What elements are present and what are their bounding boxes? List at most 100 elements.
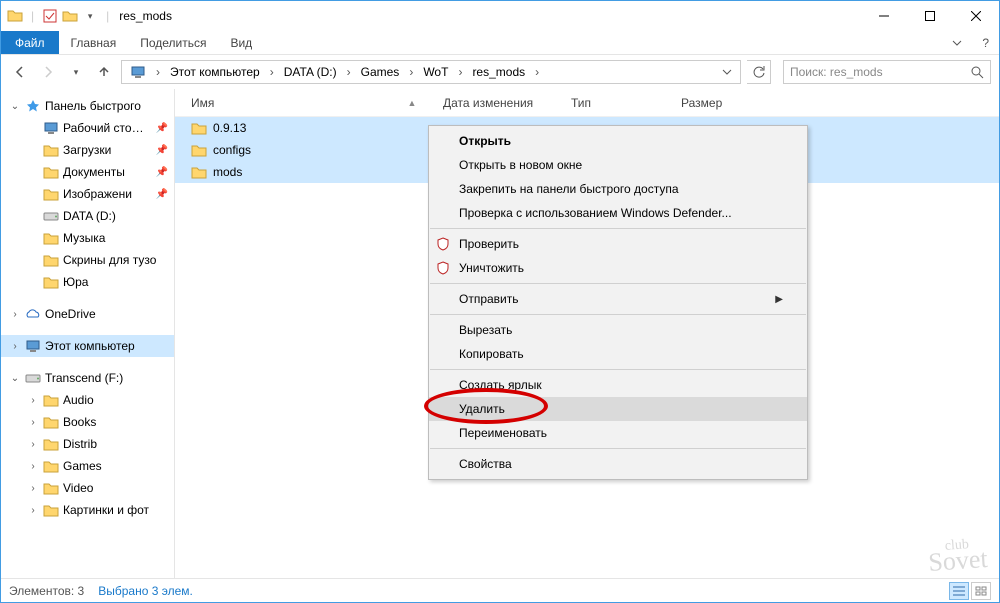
tree-item[interactable]: › Audio xyxy=(1,389,174,411)
chevron-right-icon[interactable]: › xyxy=(405,65,417,79)
column-size[interactable]: Размер xyxy=(681,96,761,110)
ribbon-expand-icon[interactable] xyxy=(942,31,972,54)
qat-dropdown-icon[interactable]: ▾ xyxy=(82,8,98,24)
tree-label: Скрины для тузо xyxy=(63,253,156,267)
tree-item[interactable]: DATA (D:) xyxy=(1,205,174,227)
tree-item[interactable]: Музыка xyxy=(1,227,174,249)
tree-item[interactable]: › Video xyxy=(1,477,174,499)
ctx-defender-scan[interactable]: Проверка с использованием Windows Defend… xyxy=(429,201,807,225)
column-type[interactable]: Тип xyxy=(571,96,681,110)
tree-this-pc[interactable]: › Этот компьютер xyxy=(1,335,174,357)
crumb[interactable]: Games xyxy=(357,61,404,83)
tree-item[interactable]: Загрузки📌 xyxy=(1,139,174,161)
close-button[interactable] xyxy=(953,1,999,31)
ribbon-tab-view[interactable]: Вид xyxy=(218,31,264,54)
ctx-properties[interactable]: Свойства xyxy=(429,452,807,476)
tree-item[interactable]: Рабочий сто…📌 xyxy=(1,117,174,139)
ctx-av-shred[interactable]: Уничтожить xyxy=(429,256,807,280)
ctx-cut[interactable]: Вырезать xyxy=(429,318,807,342)
view-large-icons-button[interactable] xyxy=(971,582,991,600)
pin-icon: 📌 xyxy=(156,123,168,134)
star-icon xyxy=(25,98,41,114)
ribbon-tab-home[interactable]: Главная xyxy=(59,31,129,54)
address-dropdown-icon[interactable] xyxy=(718,67,736,77)
expand-icon[interactable]: › xyxy=(27,461,39,472)
qat-properties-icon[interactable] xyxy=(42,8,58,24)
ctx-send-to[interactable]: Отправить ▶ xyxy=(429,287,807,311)
ctx-open-new-window[interactable]: Открыть в новом окне xyxy=(429,153,807,177)
tree-item[interactable]: ›Books xyxy=(1,411,174,433)
expand-icon[interactable]: › xyxy=(9,309,21,320)
chevron-right-icon[interactable]: › xyxy=(152,65,164,79)
crumb[interactable]: Этот компьютер xyxy=(166,61,264,83)
shield-icon xyxy=(435,260,451,276)
minimize-button[interactable] xyxy=(861,1,907,31)
tree-label: Video xyxy=(63,481,93,495)
chevron-right-icon[interactable]: › xyxy=(531,65,543,79)
shield-icon xyxy=(435,236,451,252)
search-icon xyxy=(971,66,984,79)
tree-label: Audio xyxy=(63,393,94,407)
tree-item[interactable]: Скрины для тузо xyxy=(1,249,174,271)
ctx-rename[interactable]: Переименовать xyxy=(429,421,807,445)
search-input[interactable]: Поиск: res_mods xyxy=(783,60,991,84)
collapse-icon[interactable]: ⌄ xyxy=(9,373,21,384)
tree-transcend[interactable]: ⌄ Transcend (F:) xyxy=(1,367,174,389)
expand-icon[interactable]: › xyxy=(27,505,39,516)
context-menu: Открыть Открыть в новом окне Закрепить н… xyxy=(428,125,808,480)
tree-item[interactable]: ›Games xyxy=(1,455,174,477)
collapse-icon[interactable]: ⌄ xyxy=(9,101,21,112)
ribbon-tab-share[interactable]: Поделиться xyxy=(128,31,218,54)
chevron-right-icon[interactable]: › xyxy=(343,65,355,79)
ctx-create-shortcut[interactable]: Создать ярлык xyxy=(429,373,807,397)
file-tab[interactable]: Файл xyxy=(1,31,59,54)
tree-item[interactable]: ›Картинки и фот xyxy=(1,499,174,521)
expand-icon[interactable]: › xyxy=(27,483,39,494)
separator xyxy=(430,228,806,229)
onedrive-icon xyxy=(25,306,41,322)
ctx-copy[interactable]: Копировать xyxy=(429,342,807,366)
crumb[interactable]: res_mods xyxy=(468,61,529,83)
chevron-right-icon[interactable]: › xyxy=(454,65,466,79)
crumb-pc-icon[interactable] xyxy=(126,61,150,83)
tree-item[interactable]: Юра xyxy=(1,271,174,293)
expand-icon[interactable]: › xyxy=(27,417,39,428)
pin-icon: 📌 xyxy=(156,167,168,178)
tree-item[interactable]: Документы📌 xyxy=(1,161,174,183)
expand-icon[interactable]: › xyxy=(27,395,39,406)
tree-quick-access[interactable]: ⌄ Панель быстрого xyxy=(1,95,174,117)
ribbon-help-icon[interactable]: ? xyxy=(972,31,999,54)
refresh-button[interactable] xyxy=(747,60,771,84)
folder-icon xyxy=(191,120,207,136)
nav-back-button[interactable] xyxy=(9,61,31,83)
crumb[interactable]: DATA (D:) xyxy=(280,61,341,83)
folder-icon xyxy=(191,164,207,180)
expand-icon[interactable]: › xyxy=(27,439,39,450)
ctx-open[interactable]: Открыть xyxy=(429,129,807,153)
column-date[interactable]: Дата изменения xyxy=(443,96,571,110)
nav-forward-button[interactable] xyxy=(37,61,59,83)
ctx-delete[interactable]: Удалить xyxy=(429,397,807,421)
qat-newfolder-icon[interactable] xyxy=(62,8,78,24)
crumb[interactable]: WoT xyxy=(419,61,452,83)
separator xyxy=(430,283,806,284)
address-bar[interactable]: › Этот компьютер › DATA (D:) › Games › W… xyxy=(121,60,741,84)
submenu-arrow-icon: ▶ xyxy=(775,294,783,305)
expand-icon[interactable]: › xyxy=(9,341,21,352)
tree-onedrive[interactable]: › OneDrive xyxy=(1,303,174,325)
folder-icon xyxy=(43,414,59,430)
nav-up-button[interactable] xyxy=(93,61,115,83)
ctx-pin-quick-access[interactable]: Закрепить на панели быстрого доступа xyxy=(429,177,807,201)
view-details-button[interactable] xyxy=(949,582,969,600)
tree-item[interactable]: Изображени📌 xyxy=(1,183,174,205)
maximize-button[interactable] xyxy=(907,1,953,31)
navigation-tree[interactable]: ⌄ Панель быстрого Рабочий сто…📌Загрузки📌… xyxy=(1,89,175,578)
nav-recent-button[interactable]: ▾ xyxy=(65,61,87,83)
column-name[interactable]: Имя ▲ xyxy=(191,96,443,110)
pc-icon xyxy=(25,338,41,354)
separator: | xyxy=(31,9,34,23)
tree-item[interactable]: ›Distrib xyxy=(1,433,174,455)
ctx-av-scan[interactable]: Проверить xyxy=(429,232,807,256)
window-title: res_mods xyxy=(119,9,172,23)
chevron-right-icon[interactable]: › xyxy=(266,65,278,79)
